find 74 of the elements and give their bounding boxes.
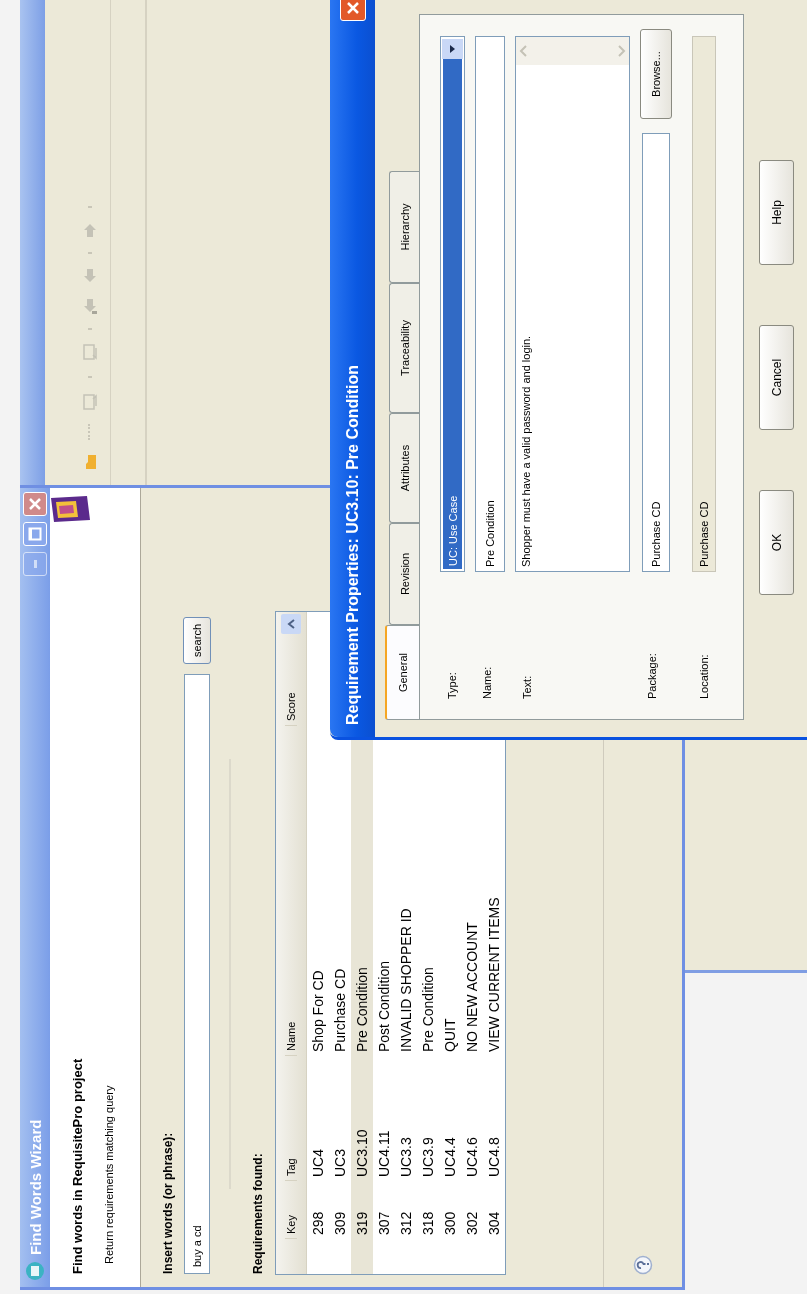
table-cell-text: Pre Condition [420, 966, 436, 1054]
table-cell-text: Shop For CD [310, 969, 326, 1054]
package-field[interactable]: Purchase CD [642, 133, 670, 572]
location-field: Purchase CD [692, 36, 716, 572]
table-cell-text: UC4.6 [464, 1136, 480, 1179]
app-icon [25, 1261, 45, 1281]
text-area[interactable]: Shopper must have a valid password and login. [515, 36, 630, 572]
table-cell-text: 298 [310, 1210, 326, 1237]
table-cell-text: QUIT [442, 1017, 458, 1054]
field-label: Type: [445, 671, 459, 699]
maximize-icon [28, 527, 42, 541]
field-label: Name: [480, 665, 494, 699]
maximize-button[interactable] [23, 522, 47, 546]
table-cell-text: 319 [354, 1210, 370, 1237]
table-cell-text: Post Condition [376, 959, 392, 1054]
folder-icon[interactable] [83, 454, 97, 470]
column-header[interactable]: Tag [285, 1056, 297, 1181]
column-header[interactable]: Name [285, 726, 297, 1056]
table-cell-text: 312 [398, 1210, 414, 1237]
tab[interactable]: Revision [389, 523, 419, 625]
table-cell-text: UC4.11 [376, 1129, 392, 1179]
window-title: Find Words Wizard [26, 1118, 44, 1255]
table-cell-text: 302 [464, 1210, 480, 1237]
table-cell-text: UC4 [310, 1148, 326, 1179]
arrow-bar-icon[interactable] [82, 298, 98, 314]
ok-button[interactable]: OK [759, 490, 794, 595]
table-cell-text: UC3 [332, 1148, 348, 1179]
scroll-up-button[interactable] [281, 614, 301, 634]
table-cell-text: VIEW CURRENT ITEMS [486, 896, 502, 1054]
table-cell-text: 300 [442, 1210, 458, 1237]
minimize-button[interactable] [23, 552, 47, 576]
table-cell-text: 309 [332, 1210, 348, 1237]
close-icon [28, 497, 42, 511]
cancel-button[interactable]: Cancel [759, 325, 794, 430]
table-cell-text: UC3.9 [420, 1136, 436, 1179]
tab[interactable]: Hierarchy [389, 171, 419, 283]
caret-icon [449, 45, 456, 53]
field-label: Package: [645, 652, 659, 699]
table-cell-text: Pre Condition [354, 966, 370, 1054]
table-cell-text: 318 [420, 1210, 436, 1237]
close-button[interactable] [339, 0, 366, 21]
table-cell-text: 304 [486, 1210, 502, 1237]
search-button[interactable]: search [183, 616, 211, 664]
type-dropdown[interactable]: UC: Use Case [440, 36, 465, 572]
table-cell-text: Purchase CD [332, 967, 348, 1054]
minimize-icon [33, 560, 37, 568]
close-button[interactable] [23, 492, 47, 516]
field-label: Insert words (or phrase): [161, 1131, 175, 1274]
name-field[interactable]: Pre Condition [475, 36, 505, 572]
table-cell-text: UC3.10 [354, 1128, 370, 1179]
wizard-heading: Find words in RequisitePro project [70, 1058, 85, 1274]
field-label: Location: [697, 653, 711, 699]
tab[interactable]: Attributes [389, 413, 419, 523]
table-cell-text: 307 [376, 1210, 392, 1237]
table-cell-text: UC4.8 [486, 1136, 502, 1179]
help-icon[interactable] [633, 1255, 653, 1275]
search-field[interactable]: buy a cd [184, 674, 210, 1274]
dropdown-value: UC: Use Case [443, 59, 462, 569]
section-label: Requirements found: [251, 1152, 265, 1274]
table-cell-text: UC4.4 [442, 1136, 458, 1179]
field-label: Text: [520, 674, 534, 699]
table-row[interactable]: 298 UC4 Shop For CD [307, 612, 329, 1274]
table-cell-text: UC3.3 [398, 1136, 414, 1179]
column-header[interactable]: Key [285, 1181, 297, 1239]
wizard-description: Return requirements matching query [103, 1084, 115, 1266]
table-cell-text: INVALID SHOPPER ID [398, 907, 414, 1054]
tab[interactable]: General [385, 625, 419, 720]
close-icon [345, 1, 360, 15]
help-button[interactable]: Help [759, 160, 794, 265]
tab[interactable]: Traceability [389, 283, 419, 413]
table-cell-text: NO NEW ACCOUNT [464, 921, 480, 1054]
dropdown-button[interactable] [442, 39, 463, 59]
browse-button[interactable]: Browse... [640, 29, 672, 119]
text-value: Shopper must have a valid password and login. [519, 334, 533, 567]
